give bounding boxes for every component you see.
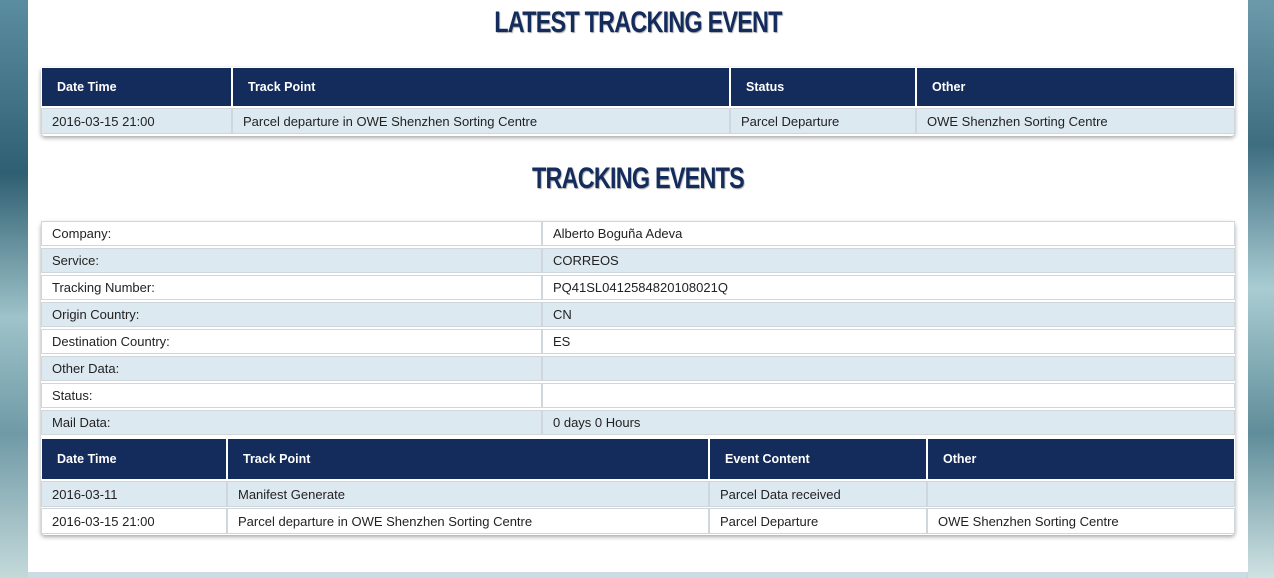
info-label: Destination Country: — [41, 329, 542, 354]
col-header-date-time: Date Time — [41, 67, 232, 107]
info-label: Company: — [41, 221, 542, 246]
latest-table-header-row: Date Time Track Point Status Other — [41, 67, 1235, 107]
info-row-origin-country: Origin Country: CN — [41, 302, 1235, 327]
background-left — [0, 0, 28, 578]
info-label: Tracking Number: — [41, 275, 542, 300]
info-value — [542, 356, 1235, 381]
info-label: Origin Country: — [41, 302, 542, 327]
info-value — [542, 383, 1235, 408]
col-header-track-point: Track Point — [232, 67, 730, 107]
info-value: 0 days 0 Hours — [542, 410, 1235, 435]
cell-status: Parcel Departure — [730, 108, 916, 134]
info-row-destination-country: Destination Country: ES — [41, 329, 1235, 354]
info-value: CORREOS — [542, 248, 1235, 273]
tracking-events-table: Company: Alberto Boguña Adeva Service: C… — [41, 221, 1235, 535]
info-label: Status: — [41, 383, 542, 408]
col-header-event-content: Event Content — [709, 438, 927, 480]
info-value: ES — [542, 329, 1235, 354]
cell-track-point: Parcel departure in OWE Shenzhen Sorting… — [227, 508, 709, 534]
info-label: Service: — [41, 248, 542, 273]
content-panel: Latest Tracking Event Date Time Track Po… — [28, 0, 1248, 572]
info-value: PQ41SL0412584820108021Q — [542, 275, 1235, 300]
cell-date-time: 2016-03-15 21:00 — [41, 108, 232, 134]
info-label: Mail Data: — [41, 410, 542, 435]
info-row-other-data: Other Data: — [41, 356, 1235, 381]
cell-other: OWE Shenzhen Sorting Centre — [916, 108, 1235, 134]
cell-track-point: Parcel departure in OWE Shenzhen Sorting… — [232, 108, 730, 134]
info-label: Other Data: — [41, 356, 542, 381]
cell-other — [927, 481, 1235, 507]
info-value: CN — [542, 302, 1235, 327]
col-header-date-time: Date Time — [41, 438, 227, 480]
col-header-status: Status — [730, 67, 916, 107]
info-row-company: Company: Alberto Boguña Adeva — [41, 221, 1235, 246]
table-row: 2016-03-15 21:00 Parcel departure in OWE… — [41, 108, 1235, 134]
cell-track-point: Manifest Generate — [227, 481, 709, 507]
col-header-other: Other — [916, 67, 1235, 107]
tracking-events-heading: Tracking Events — [532, 162, 745, 195]
info-row-status: Status: — [41, 383, 1235, 408]
info-row-service: Service: CORREOS — [41, 248, 1235, 273]
col-header-other: Other — [927, 438, 1235, 480]
cell-other: OWE Shenzhen Sorting Centre — [927, 508, 1235, 534]
cell-date-time: 2016-03-15 21:00 — [41, 508, 227, 534]
cell-event-content: Parcel Departure — [709, 508, 927, 534]
latest-event-table: Date Time Track Point Status Other 2016-… — [41, 67, 1235, 136]
cell-date-time: 2016-03-11 — [41, 481, 227, 507]
table-row: 2016-03-15 21:00 Parcel departure in OWE… — [41, 508, 1235, 534]
events-table-header-row: Date Time Track Point Event Content Othe… — [41, 438, 1235, 480]
info-row-tracking-number: Tracking Number: PQ41SL0412584820108021Q — [41, 275, 1235, 300]
info-row-mail-data: Mail Data: 0 days 0 Hours — [41, 410, 1235, 435]
background-right — [1248, 0, 1274, 578]
latest-tracking-event-heading: Latest Tracking Event — [494, 6, 782, 39]
table-row: 2016-03-11 Manifest Generate Parcel Data… — [41, 481, 1235, 507]
info-value: Alberto Boguña Adeva — [542, 221, 1235, 246]
cell-event-content: Parcel Data received — [709, 481, 927, 507]
col-header-track-point: Track Point — [227, 438, 709, 480]
